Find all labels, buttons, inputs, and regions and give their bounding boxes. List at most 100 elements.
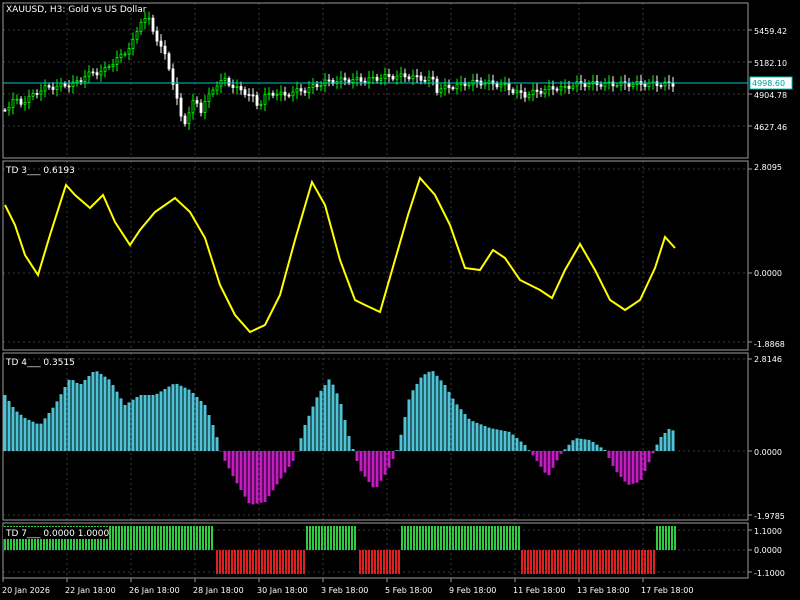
candle-body xyxy=(563,85,567,88)
candle-body xyxy=(299,88,303,92)
td7-bar xyxy=(554,550,556,574)
td4-bar xyxy=(663,433,667,451)
td4-bar xyxy=(383,451,387,475)
candle-body xyxy=(407,76,411,80)
td4-bar xyxy=(47,413,51,451)
td7-bar xyxy=(596,550,598,574)
candlestick-series[interactable] xyxy=(3,11,675,130)
td4-axis: 2.8146 0.0000 -1.9785 xyxy=(754,355,785,521)
td4-bar xyxy=(527,450,531,451)
td7-bar xyxy=(380,550,382,574)
td4-bar xyxy=(255,451,259,504)
candle-body xyxy=(291,91,295,97)
td7-bar xyxy=(273,550,275,574)
td4-bar xyxy=(431,371,435,451)
td4-bar xyxy=(515,438,519,451)
td7-bar xyxy=(252,550,254,574)
td4-bar xyxy=(571,440,575,451)
pane-frame xyxy=(2,352,749,521)
candle-body xyxy=(83,75,87,82)
td7-bar xyxy=(181,526,183,550)
td4-bar xyxy=(459,409,463,451)
current-price-label: 4998.60 xyxy=(749,76,793,90)
td4-bar xyxy=(247,451,251,504)
candle-body xyxy=(559,86,563,91)
td7-bar xyxy=(225,550,227,574)
td4-bar xyxy=(363,451,367,477)
td7-axis: 1.1000 0.0000 -1.1000 xyxy=(754,527,785,578)
td4-bar xyxy=(475,422,479,451)
candle-body xyxy=(347,79,351,83)
td4-bar xyxy=(215,437,219,451)
candle-body xyxy=(59,82,63,87)
td7-bar xyxy=(172,526,174,550)
td4-bar xyxy=(411,390,415,451)
candle-body xyxy=(139,21,143,32)
candle-body xyxy=(79,80,83,83)
td7-bar xyxy=(476,526,478,550)
td4-bar xyxy=(315,397,319,451)
td7-bar xyxy=(425,526,427,550)
td4-bar xyxy=(567,444,571,451)
td4-bar xyxy=(443,385,447,451)
candle-body xyxy=(539,90,543,94)
td7-bar xyxy=(145,526,147,550)
td4-bar xyxy=(531,451,535,456)
td4-bar xyxy=(71,380,75,451)
td7-bar xyxy=(354,526,356,550)
td4-bar xyxy=(111,385,115,451)
td4-bar xyxy=(163,389,167,451)
td4-bar xyxy=(391,451,395,459)
td7-bar xyxy=(494,526,496,550)
td4-bar xyxy=(595,444,599,451)
candle-body xyxy=(363,80,367,83)
td4-bar xyxy=(291,451,295,461)
td7-bar xyxy=(389,550,391,574)
td7-bar xyxy=(133,526,135,550)
td7-bar xyxy=(234,550,236,574)
td7-bar xyxy=(157,526,159,550)
td4-bar xyxy=(403,417,407,451)
candle-body xyxy=(615,85,619,87)
td7-bar xyxy=(524,550,526,574)
td7-bar xyxy=(503,526,505,550)
candle-body xyxy=(87,71,91,77)
candle-body xyxy=(547,86,551,90)
td7-bar xyxy=(599,550,601,574)
candle-body xyxy=(147,17,151,20)
td4-bar xyxy=(327,379,331,451)
td7-bar xyxy=(464,526,466,550)
candle-body xyxy=(11,98,15,108)
candle-body xyxy=(303,90,307,93)
candle-body xyxy=(511,89,515,94)
td7-bar xyxy=(291,550,293,574)
td7-bar xyxy=(428,526,430,550)
td4-bar xyxy=(131,399,135,451)
candle-body xyxy=(475,79,479,82)
candle-body xyxy=(31,93,35,97)
candle-body xyxy=(55,85,59,90)
td4-bar xyxy=(175,383,179,451)
td4-bar xyxy=(451,398,455,451)
td7-bar xyxy=(662,526,664,550)
td4-bar xyxy=(319,390,323,451)
candle-body xyxy=(175,83,179,99)
candle-body xyxy=(571,85,575,89)
td7-bar xyxy=(638,550,640,574)
candle-body xyxy=(583,82,587,87)
td7-bar xyxy=(169,526,171,550)
td4-bar xyxy=(239,451,243,490)
td7-bar xyxy=(437,526,439,550)
trading-chart[interactable]: XAUUSD, H3: Gold vs US Dollar 5459.42 51… xyxy=(0,0,800,600)
td4-bar xyxy=(331,384,335,451)
candle-body xyxy=(143,18,147,23)
td4-bar xyxy=(279,451,283,479)
pane-frame xyxy=(2,2,749,159)
td4-bar xyxy=(483,426,487,451)
candle-body xyxy=(523,91,527,98)
td4-bar xyxy=(407,399,411,451)
td7-bar xyxy=(151,526,153,550)
candle-body xyxy=(271,92,275,96)
time-label: 20 Jan 2026 xyxy=(2,586,50,595)
candle-body xyxy=(107,66,111,68)
